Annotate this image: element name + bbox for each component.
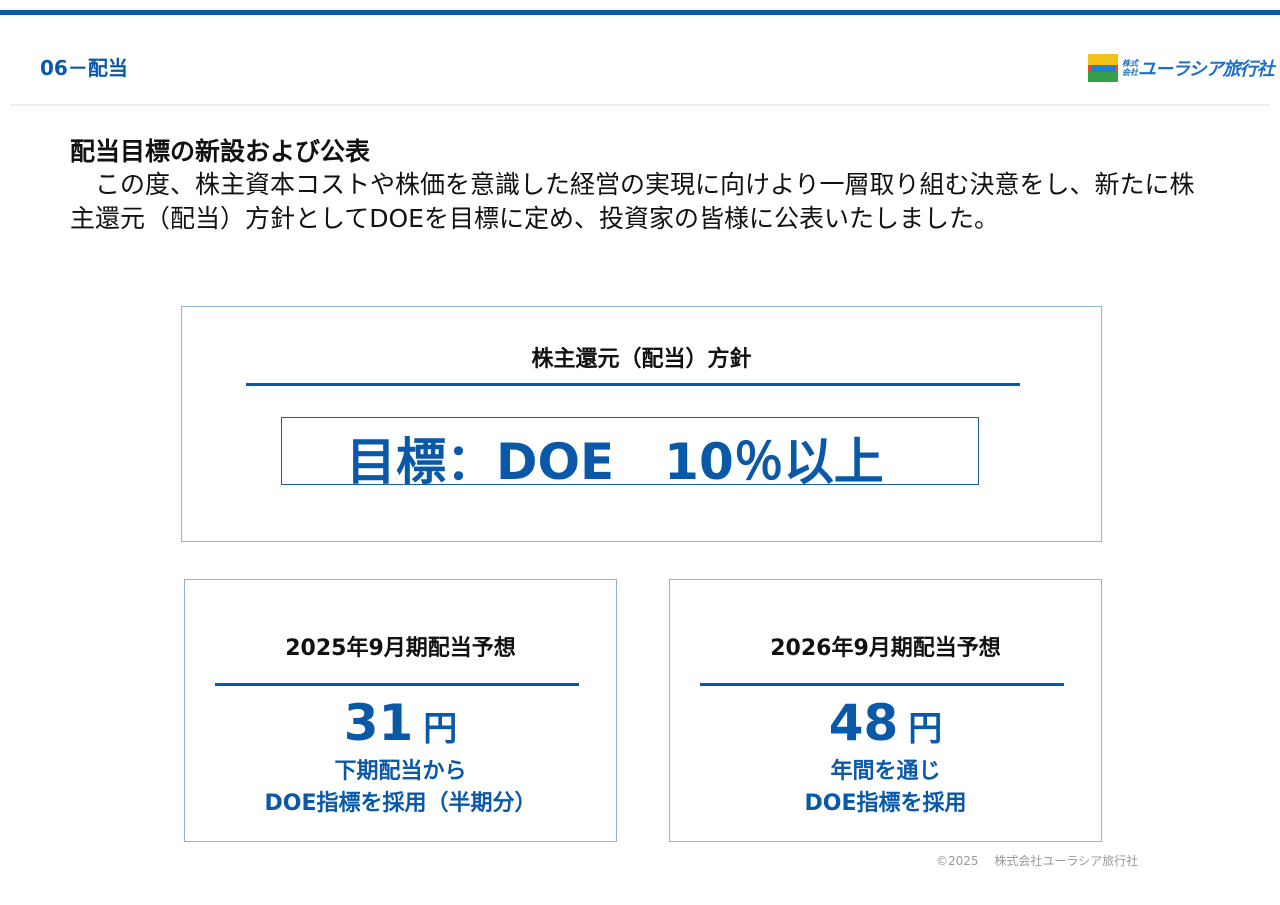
intro-body: この度、株主資本コストや株価を意識した経営の実現に向けより一層取り組む決意をし、… (70, 170, 1195, 233)
forecast-divider (215, 683, 579, 686)
forecast-amount: 48 円 (670, 694, 1101, 752)
forecast-unit: 円 (423, 709, 458, 749)
forecast-title: 2026年9月期配当予想 (770, 636, 1001, 661)
forecast-unit: 円 (908, 709, 943, 749)
forecast-value: 31 (343, 694, 414, 752)
forecast-divider (700, 683, 1064, 686)
logo-mark-icon (1088, 54, 1118, 82)
top-accent-bar (0, 10, 1280, 15)
logo-name: ユーラシア旅行社 (1138, 59, 1275, 80)
intro-heading: 配当目標の新設および公表 (70, 137, 371, 166)
forecast-note: 下期配当から DOE指標を採用（半期分） (264, 759, 537, 816)
policy-divider (246, 383, 1020, 386)
forecast-fy2026-panel: 2026年9月期配当予想 48 円 年間を通じ DOE指標を採用 (669, 579, 1102, 842)
company-logo: 株式 会社 ユーラシア旅行社 (1088, 53, 1275, 83)
doe-target-box: 目標：DOE 10％以上 (281, 417, 979, 491)
policy-title: 株主還元（配当）方針 (531, 347, 752, 372)
forecast-title: 2025年9月期配当予想 (285, 636, 516, 661)
forecast-amount: 31 円 (185, 694, 616, 752)
dividend-policy-panel: 株主還元（配当）方針 目標：DOE 10％以上 (181, 306, 1102, 542)
forecast-fy2025-panel: 2025年9月期配当予想 31 円 下期配当から DOE指標を採用（半期分） (184, 579, 617, 842)
forecast-note: 年間を通じ DOE指標を採用 (804, 759, 967, 816)
footer-copyright: ©2025 株式会社ユーラシア旅行社 (936, 854, 1139, 868)
doe-target: 目標：DOE 10％以上 (346, 433, 884, 491)
forecast-value: 48 (828, 694, 899, 752)
header-divider (10, 104, 1270, 106)
section-title: 06－配当 (40, 56, 128, 80)
